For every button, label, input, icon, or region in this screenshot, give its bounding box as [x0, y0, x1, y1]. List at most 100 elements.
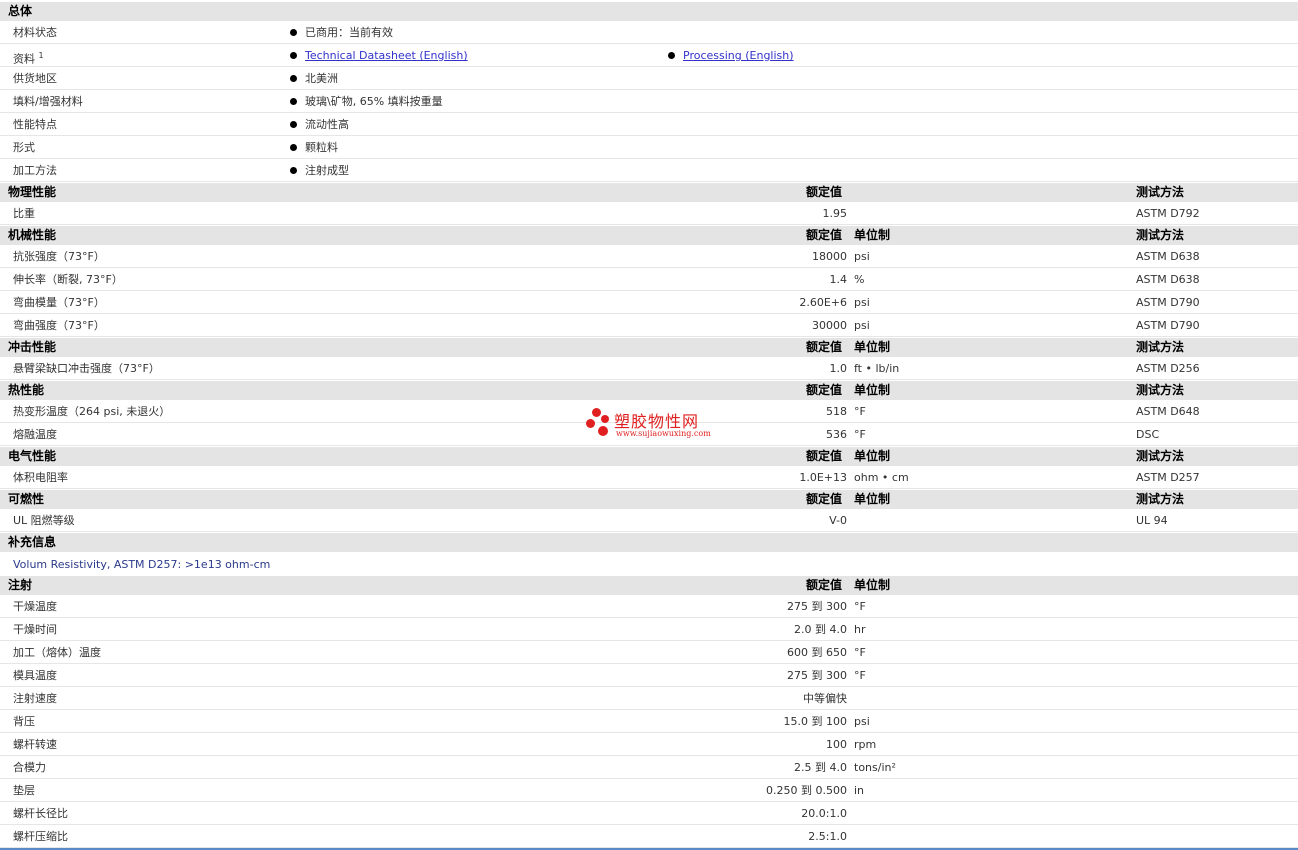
table-row: 螺杆长径比 20.0:1.0: [0, 802, 1298, 825]
column-header-nominal: 额定值: [806, 492, 843, 506]
table-row: 背压 15.0 到 100 psi: [0, 710, 1298, 733]
column-header-nominal: 额定值: [806, 228, 843, 242]
table-row: 体积电阻率 1.0E+13 ohm • cm ASTM D257: [0, 466, 1298, 489]
table-row: 加工（熔体）温度 600 到 650 °F: [0, 641, 1298, 664]
column-header-unit: 单位制: [854, 383, 891, 397]
table-row: 弯曲模量（73°F） 2.60E+6 psi ASTM D790: [0, 291, 1298, 314]
column-header-nominal: 额定值: [806, 185, 843, 199]
unit-value: hr: [854, 623, 866, 636]
table-row: 填料/增强材料 玻璃\矿物, 65% 填料按重量: [0, 90, 1298, 113]
unit-value: psi: [854, 319, 870, 332]
bullet-icon: [290, 74, 297, 82]
property-label: 注射速度: [13, 692, 57, 705]
property-label: UL 阻燃等级: [13, 514, 75, 527]
test-method: ASTM D792: [1136, 207, 1200, 220]
property-value: 流动性高: [290, 113, 349, 136]
section-header-thermal: 热性能 额定值 单位制 测试方法: [0, 381, 1298, 400]
column-header-unit: 单位制: [854, 449, 891, 463]
unit-value: psi: [854, 296, 870, 309]
nominal-value: 1.0: [829, 362, 848, 375]
bullet-icon: [290, 120, 297, 128]
unit-value: °F: [854, 428, 866, 441]
property-label: 垫层: [13, 784, 35, 797]
table-row: 比重 1.95 ASTM D792: [0, 202, 1298, 225]
bullet-icon: [290, 28, 297, 36]
logo-dot: [601, 415, 609, 423]
property-label: 热变形温度（264 psi, 未退火）: [13, 405, 171, 418]
table-row: 悬臂梁缺口冲击强度（73°F） 1.0 ft • lb/in ASTM D256: [0, 357, 1298, 380]
property-value: 北美洲: [290, 67, 338, 90]
unit-value: ohm • cm: [854, 471, 909, 484]
nominal-value: 536: [826, 428, 847, 441]
property-value: 注射成型: [290, 159, 349, 182]
bullet-icon: [290, 143, 297, 151]
property-label: 加工（熔体）温度: [13, 646, 101, 659]
processing-link[interactable]: Processing (English): [683, 49, 794, 62]
bullet-icon: [668, 51, 675, 59]
unit-value: rpm: [854, 738, 877, 751]
nominal-value: 2.60E+6: [799, 296, 847, 309]
section-title: 冲击性能: [8, 340, 57, 354]
supplement-note-row: Volum Resistivity, ASTM D257: >1e13 ohm-…: [0, 553, 1298, 576]
unit-value: °F: [854, 405, 866, 418]
property-label: 干燥时间: [13, 623, 57, 636]
unit-value: in: [854, 784, 865, 797]
property-label: 比重: [13, 207, 35, 220]
column-header-test: 测试方法: [1136, 383, 1185, 397]
unit-value: tons/in²: [854, 761, 896, 774]
table-row: 形式 颗粒料: [0, 136, 1298, 159]
column-header-test: 测试方法: [1136, 228, 1185, 242]
nominal-value: 275 到 300: [787, 669, 847, 682]
nominal-value: 30000: [812, 319, 847, 332]
section-header-electrical: 电气性能 额定值 单位制 测试方法: [0, 447, 1298, 466]
column-header-test: 测试方法: [1136, 185, 1185, 199]
test-method: ASTM D790: [1136, 319, 1200, 332]
column-header-nominal: 额定值: [806, 383, 843, 397]
property-value: 玻璃\矿物, 65% 填料按重量: [290, 90, 443, 113]
unit-value: %: [854, 273, 865, 286]
bullet-icon: [290, 51, 297, 59]
technical-datasheet-link[interactable]: Technical Datasheet (English): [305, 49, 468, 62]
watermark-url: www.sujiaowuxing.com: [616, 429, 711, 438]
section-title: 补充信息: [8, 535, 57, 549]
nominal-value: 518: [826, 405, 847, 418]
table-row: 干燥时间 2.0 到 4.0 hr: [0, 618, 1298, 641]
column-header-unit: 单位制: [854, 228, 891, 242]
property-label: 熔融温度: [13, 428, 57, 441]
table-row: 材料状态 已商用：当前有效: [0, 21, 1298, 44]
logo-dot: [598, 426, 608, 436]
unit-value: °F: [854, 669, 866, 682]
section-title: 物理性能: [8, 185, 57, 199]
test-method: ASTM D638: [1136, 273, 1200, 286]
property-label: 材料状态: [13, 26, 57, 39]
table-row: 弯曲强度（73°F） 30000 psi ASTM D790: [0, 314, 1298, 337]
section-title: 注射: [8, 578, 33, 592]
nominal-value: 2.5 到 4.0: [794, 761, 847, 774]
column-header-test: 测试方法: [1136, 449, 1185, 463]
section-header-general: 总体: [0, 2, 1298, 21]
property-label: 螺杆转速: [13, 738, 57, 751]
test-method: ASTM D648: [1136, 405, 1200, 418]
property-label: 伸长率（断裂, 73°F）: [13, 273, 123, 286]
test-method: DSC: [1136, 428, 1160, 441]
nominal-value: 2.0 到 4.0: [794, 623, 847, 636]
table-row: 螺杆转速 100 rpm: [0, 733, 1298, 756]
property-value: 颗粒料: [290, 136, 338, 159]
table-row: 伸长率（断裂, 73°F） 1.4 % ASTM D638: [0, 268, 1298, 291]
table-row: 性能特点 流动性高: [0, 113, 1298, 136]
table-row: 供货地区 北美洲: [0, 67, 1298, 90]
test-method: UL 94: [1136, 514, 1168, 527]
section-header-mechanical: 机械性能 额定值 单位制 测试方法: [0, 226, 1298, 245]
property-label: 弯曲模量（73°F）: [13, 296, 105, 309]
column-header-test: 测试方法: [1136, 340, 1185, 354]
unit-value: ft • lb/in: [854, 362, 900, 375]
table-row: 干燥温度 275 到 300 °F: [0, 595, 1298, 618]
datasheet-link-item: Technical Datasheet (English): [290, 44, 468, 67]
section-header-impact: 冲击性能 额定值 单位制 测试方法: [0, 338, 1298, 357]
property-label: 形式: [13, 141, 35, 154]
property-label: 螺杆压缩比: [13, 830, 68, 843]
test-method: ASTM D790: [1136, 296, 1200, 309]
column-header-unit: 单位制: [854, 492, 891, 506]
column-header-unit: 单位制: [854, 578, 891, 592]
section-header-flammability: 可燃性 额定值 单位制 测试方法: [0, 490, 1298, 509]
